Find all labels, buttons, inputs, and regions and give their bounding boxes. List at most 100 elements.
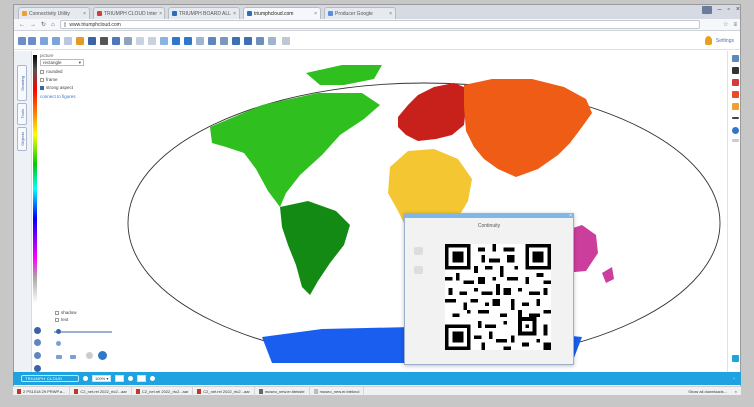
browser-tab[interactable]: TRIUMPH BOARD ALL ×	[168, 7, 240, 19]
marker-orange-icon[interactable]	[732, 91, 739, 98]
checkbox[interactable]	[55, 310, 59, 315]
zoom-out-icon[interactable]	[244, 37, 252, 45]
tools-icon[interactable]	[124, 37, 132, 45]
close-downloads-icon[interactable]: ×	[735, 389, 737, 394]
redo-icon[interactable]	[28, 37, 36, 45]
browser-tab[interactable]: Connectivity Utility ×	[18, 7, 90, 19]
browser-tab[interactable]: Producer Google ×	[324, 7, 396, 19]
page-indicator-icon[interactable]	[137, 375, 147, 382]
opacity-icon[interactable]	[732, 139, 739, 142]
home-icon[interactable]: ⌂	[51, 22, 55, 28]
browser-tab-active[interactable]: triumphcloud.com ×	[243, 7, 321, 19]
grid-icon[interactable]	[196, 37, 204, 45]
arrow-icon[interactable]	[56, 355, 62, 359]
screen-icon[interactable]	[282, 37, 290, 45]
close-icon[interactable]: ×	[314, 11, 317, 17]
cut-icon[interactable]	[160, 37, 168, 45]
globe-icon[interactable]	[98, 351, 107, 360]
expand-icon[interactable]	[732, 355, 739, 362]
chart-icon[interactable]	[208, 37, 216, 45]
checkbox[interactable]	[55, 317, 59, 322]
download-item[interactable]: C2_net.rel 2022_rtc2...aar	[132, 386, 194, 396]
highlighter-icon[interactable]	[732, 103, 739, 110]
close-icon[interactable]: ×	[389, 11, 392, 17]
shape-icon[interactable]	[70, 355, 76, 359]
shape-select[interactable]: rectangle ▾	[40, 59, 84, 66]
zoom-select[interactable]: 100% ▾	[92, 375, 112, 382]
text-tool-icon[interactable]	[86, 352, 93, 359]
sidebar-tab-tools[interactable]: Tools	[17, 103, 27, 125]
size-slider[interactable]	[54, 331, 112, 333]
save-icon[interactable]	[88, 37, 96, 45]
sidebar-tab-objects[interactable]: Objects	[17, 127, 27, 151]
line-icon[interactable]	[56, 341, 61, 346]
download-item[interactable]: C2_net.rel 2022_rtc2...aar	[70, 386, 132, 396]
star-icon[interactable]: ☆	[723, 21, 728, 28]
pointer-icon[interactable]	[52, 37, 60, 45]
show-all-downloads-link[interactable]: Show all downloads...	[688, 389, 741, 394]
settings-user-icon[interactable]	[705, 36, 712, 45]
url-field[interactable]: ▯ www.triumphcloud.com	[59, 20, 700, 29]
slider-handle[interactable]	[56, 329, 61, 334]
open-folder-icon[interactable]	[76, 37, 84, 45]
camera-icon[interactable]	[268, 37, 276, 45]
copy-icon[interactable]	[136, 37, 144, 45]
close-icon[interactable]: ×	[83, 11, 86, 17]
option-frame[interactable]: frame	[40, 77, 100, 82]
download-item[interactable]: 2 PS1018 29 PRWP.a...	[13, 386, 71, 396]
hand-icon[interactable]	[256, 37, 264, 45]
undo-icon[interactable]	[18, 37, 26, 45]
document-icon[interactable]	[220, 37, 228, 45]
next-icon[interactable]	[150, 376, 156, 381]
checkbox[interactable]	[40, 77, 44, 82]
pen-icon[interactable]	[732, 55, 739, 62]
close-window-icon[interactable]: ×	[736, 6, 740, 14]
option-text[interactable]: text	[55, 317, 77, 322]
phone-icon[interactable]	[414, 247, 423, 255]
download-item[interactable]: museo_new.er.btekste	[255, 386, 310, 396]
download-item[interactable]: C2_net.rel 2022_rtc2...aar	[193, 386, 255, 396]
marker-black-icon[interactable]	[732, 67, 739, 74]
layer-icon[interactable]	[34, 352, 41, 359]
color-dot-icon[interactable]	[732, 127, 739, 134]
option-shadow[interactable]: shadow	[55, 310, 77, 315]
close-icon[interactable]: ×	[233, 11, 236, 17]
prev-icon[interactable]	[128, 376, 134, 381]
color-palette[interactable]	[33, 55, 37, 303]
new-page-icon[interactable]	[64, 37, 72, 45]
minimize-icon[interactable]: –	[718, 6, 722, 14]
option-strong-aspect[interactable]: strong aspect	[40, 85, 100, 90]
sidebar-tab-drawing[interactable]: Drawing	[17, 65, 27, 101]
menu-icon[interactable]: ≡	[733, 22, 737, 28]
settings-button[interactable]: Settings	[716, 38, 734, 44]
line-width-icon[interactable]	[732, 117, 739, 119]
pen-size-icon[interactable]	[34, 327, 41, 334]
cloud-icon[interactable]	[414, 266, 423, 274]
forward-icon[interactable]: →	[30, 22, 36, 28]
share-icon[interactable]	[112, 37, 120, 45]
page-box-icon[interactable]	[115, 375, 125, 382]
checkbox[interactable]	[40, 69, 44, 74]
zoom-in-icon[interactable]	[232, 37, 240, 45]
profile-icon[interactable]	[701, 6, 712, 14]
checkbox-checked[interactable]	[40, 85, 44, 90]
next-page-icon[interactable]	[184, 37, 192, 45]
back-icon[interactable]: ←	[19, 22, 25, 28]
browser-tab[interactable]: TRIUMPH CLOUD Inter ×	[93, 7, 165, 19]
select-icon[interactable]	[40, 37, 48, 45]
maximize-icon[interactable]: ▫	[727, 6, 729, 14]
brand-logo[interactable]: TRIUMPH CLOUD	[21, 375, 79, 382]
reload-icon[interactable]: ↻	[41, 21, 46, 28]
expand-taskbar-icon[interactable]: ▫	[733, 376, 735, 382]
eraser-icon[interactable]	[34, 339, 41, 346]
marker-red-icon[interactable]	[732, 79, 739, 86]
option-rounded[interactable]: rounded	[40, 69, 100, 74]
close-icon[interactable]: ×	[569, 213, 572, 219]
print-icon[interactable]	[100, 37, 108, 45]
connect-to-figures-link[interactable]: connect to figures	[40, 94, 100, 99]
download-item[interactable]: museo_new.er.bteknol	[310, 386, 365, 396]
table-icon[interactable]	[34, 365, 41, 372]
record-icon[interactable]	[83, 376, 88, 381]
prev-page-icon[interactable]	[172, 37, 180, 45]
paste-icon[interactable]	[148, 37, 156, 45]
